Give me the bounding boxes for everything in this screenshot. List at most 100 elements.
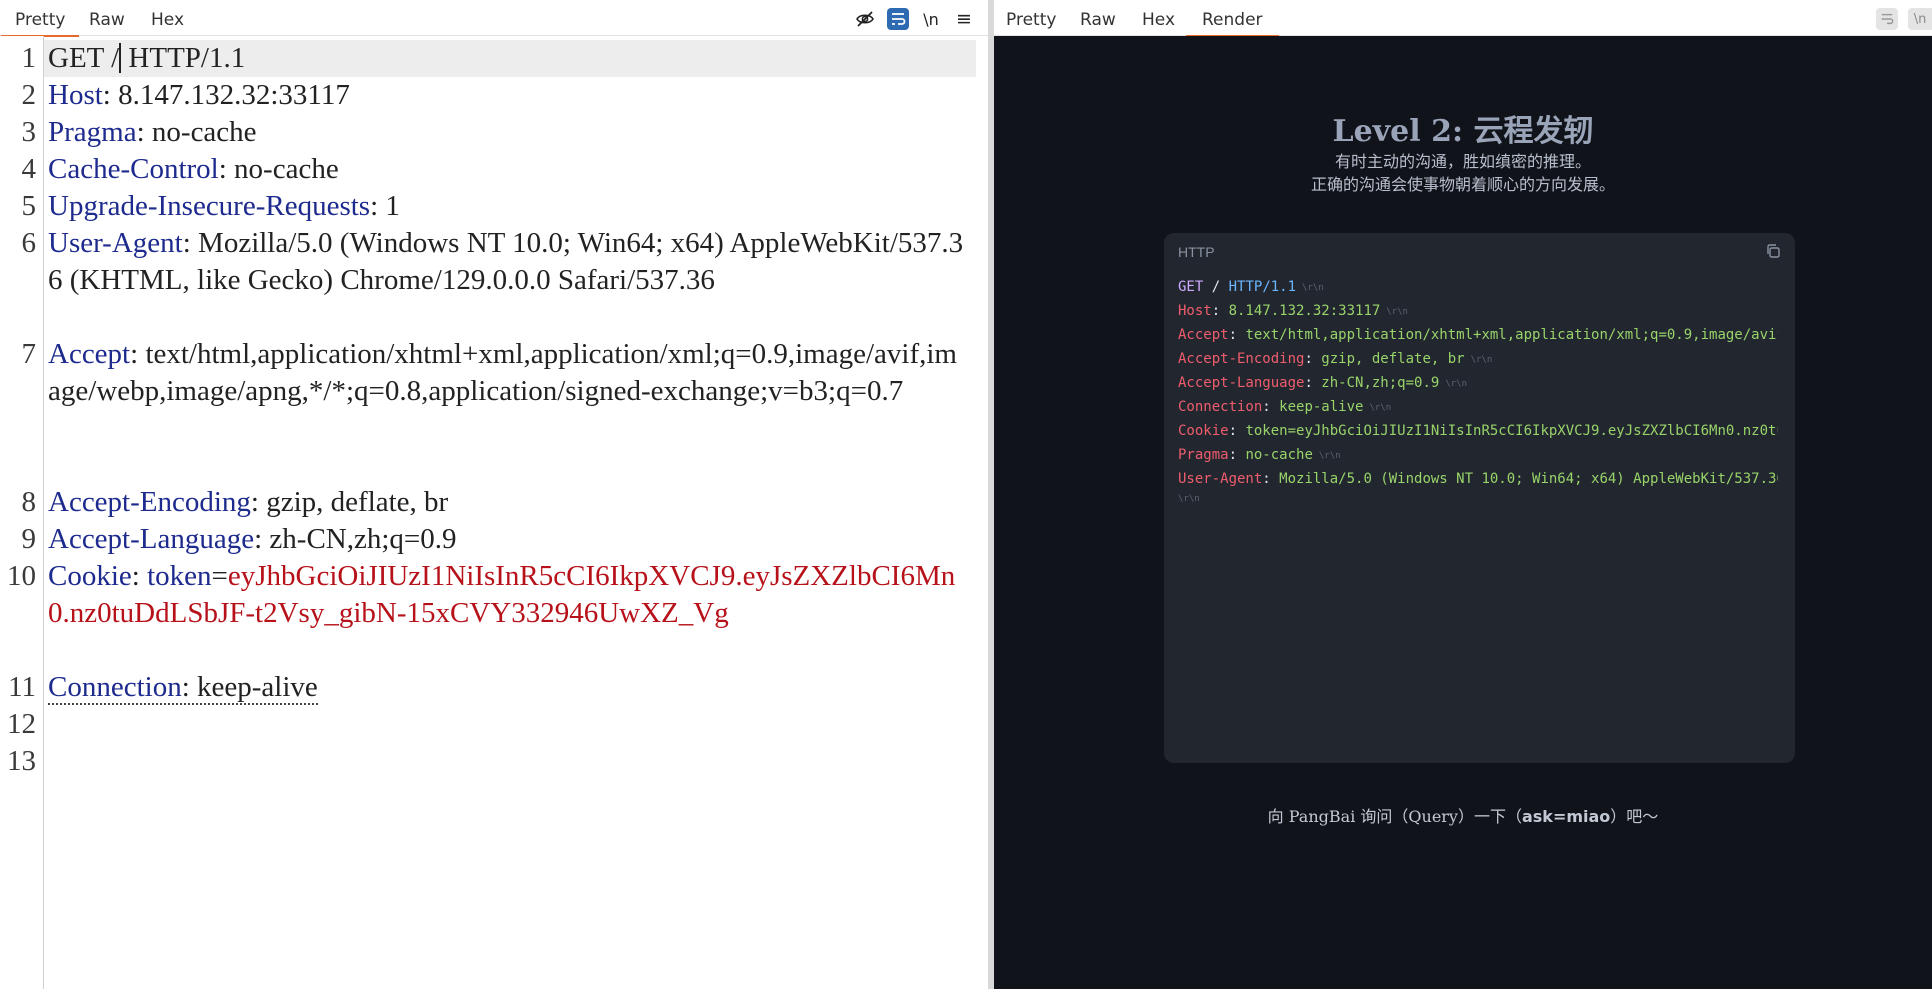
line-number: 10 (7, 560, 36, 592)
header-value: keep-alive (197, 671, 318, 703)
crlf-marker: \r\n (1302, 283, 1324, 293)
tab-pretty[interactable]: Pretty (0, 0, 80, 37)
header-key: Connection (48, 671, 182, 703)
request-path: / (111, 42, 120, 74)
request-editor-pane: Pretty Raw Hex \n ≡ 1 2 3 4 5 6 7 8 9 10… (0, 0, 988, 989)
header-value: text/html,application/xhtml+xml,applicat… (1245, 327, 1778, 343)
menu-icon[interactable]: ≡ (953, 8, 975, 30)
http-request-card: HTTP GET / HTTP/1.1 \r\n Host: 8.147.132.… (1164, 233, 1795, 763)
header-line: Accept: text/html,application/xhtml+xml,… (1178, 323, 1778, 347)
header-key: Cache-Control (48, 153, 219, 185)
query-hint: 向 PangBai 询问（Query）一下（ask=miao）吧～ (994, 803, 1932, 827)
header-line: Cache-Control: no-cache (48, 153, 339, 185)
header-line: Accept-Encoding: gzip, deflate, br (48, 486, 449, 518)
newline-icon[interactable]: \n (920, 8, 942, 30)
header-value: gzip, deflate, br (1321, 351, 1465, 367)
rendered-response: Level 2: 云程发轫 有时主动的沟通，胜如缜密的推理。 正确的沟通会使事物… (994, 36, 1932, 989)
line-number: 4 (21, 153, 37, 185)
header-key: Cookie (1178, 423, 1229, 439)
line-number: 5 (21, 190, 37, 222)
header-line: Upgrade-Insecure-Requests: 1 (48, 190, 400, 222)
word-wrap-icon[interactable] (887, 8, 909, 30)
subtitle: 正确的沟通会使事物朝着顺心的方向发展。 (1310, 177, 1615, 194)
header-line: Accept-Language: zh-CN,zh;q=0.9 \r\n (1178, 375, 1467, 391)
header-line: Connection: keep-alive (48, 671, 318, 705)
header-line: Accept-Language: zh-CN,zh;q=0.9 (48, 523, 457, 555)
query-hint-code: ask=miao (1521, 807, 1611, 826)
request-editor[interactable]: 1 2 3 4 5 6 7 8 9 10 11 12 13 GET / HTTP… (0, 36, 988, 989)
crlf-marker: \r\n (1386, 307, 1408, 317)
header-line: Accept-Encoding: gzip, deflate, br \r\n (1178, 351, 1493, 367)
header-line: User-Agent: Mozilla/5.0 (Windows NT 10.0… (1178, 467, 1778, 491)
crlf-marker: \r\n (1178, 494, 1200, 504)
copy-icon[interactable] (1765, 243, 1781, 259)
request-version: HTTP/1.1 (128, 42, 246, 74)
tab-raw[interactable]: Raw (1080, 0, 1116, 36)
header-value: zh-CN,zh;q=0.9 (269, 523, 457, 555)
line-number: 3 (21, 116, 37, 148)
tab-raw[interactable]: Raw (89, 0, 125, 36)
tab-hex[interactable]: Hex (151, 0, 184, 36)
header-key: Pragma (1178, 447, 1229, 463)
hide-nonprinting-icon[interactable] (854, 8, 876, 30)
cookie-line: Cookie: token=eyJhbGciOiJIUzI1NiIsInR5cC… (48, 560, 956, 629)
header-key: User-Agent (1178, 471, 1263, 487)
query-hint-prefix: 向 PangBai 询问（Query）一下（ (1267, 807, 1522, 826)
cookie-name: token (147, 560, 212, 592)
line-number: 9 (21, 523, 37, 555)
word-wrap-icon[interactable] (1876, 8, 1898, 30)
header-line: Host: 8.147.132.32:33117 (48, 79, 350, 111)
line-number: 7 (21, 338, 37, 370)
text-caret (119, 43, 122, 73)
line-number: 12 (7, 708, 36, 740)
newline-icon[interactable]: \n (1908, 8, 1932, 30)
line-number: 8 (21, 486, 37, 518)
line-number: 11 (8, 671, 36, 703)
header-line: Pragma: no-cache (48, 116, 257, 148)
request-path: / (1211, 279, 1221, 295)
header-key: Accept-Language (48, 523, 255, 555)
subtitle: 有时主动的沟通，胜如缜密的推理。 (1334, 154, 1591, 171)
header-key: Upgrade-Insecure-Requests (48, 190, 371, 222)
request-text[interactable]: GET / HTTP/1.1 Host: 8.147.132.32:33117 … (44, 36, 988, 989)
header-key: Accept-Encoding (48, 486, 251, 518)
crlf-marker: \r\n (1470, 355, 1493, 365)
header-key: Accept-Language (1178, 375, 1305, 391)
request-line: GET / HTTP/1.1 (48, 40, 968, 77)
request-method: GET (48, 42, 104, 74)
header-value: no-cache (234, 153, 339, 185)
header-key: Cookie (48, 560, 132, 592)
tab-pretty[interactable]: Pretty (1006, 0, 1056, 36)
header-key: User-Agent (48, 227, 183, 259)
header-key: Accept (1178, 327, 1229, 343)
header-value: no-cache (1245, 447, 1313, 463)
header-line: Connection: keep-alive \r\n (1178, 399, 1392, 415)
header-value: token=eyJhbGciOiJIUzI1NiIsInR5cCI6IkpXVC… (1245, 423, 1778, 439)
header-value: no-cache (151, 116, 257, 148)
header-value: 8.147.132.32:33117 (1228, 303, 1381, 319)
line-number: 13 (7, 745, 36, 777)
http-lines: GET / HTTP/1.1 \r\n Host: 8.147.132.32:33… (1178, 275, 1778, 509)
header-line: User-Agent: Mozilla/5.0 (Windows NT 10.0… (48, 227, 964, 296)
header-value: 8.147.132.32:33117 (118, 79, 350, 111)
header-key: Pragma (48, 116, 137, 148)
header-key: Accept-Encoding (1178, 351, 1305, 367)
header-value: keep-alive (1279, 399, 1364, 415)
header-line: Accept: text/html,application/xhtml+xml,… (48, 338, 957, 407)
query-hint-suffix: ）吧～ (1610, 807, 1659, 826)
tab-render[interactable]: Render (1186, 0, 1278, 37)
response-tabbar: Pretty Raw Hex Render \n (994, 0, 1932, 37)
page-title: Level 2: 云程发轫 (1332, 114, 1594, 149)
header-value: zh-CN,zh;q=0.9 (1321, 375, 1440, 391)
final-crlf-line: \r\n (1178, 491, 1778, 509)
request-tabbar: Pretty Raw Hex \n ≡ (0, 0, 988, 37)
tab-hex[interactable]: Hex (1142, 0, 1175, 36)
request-version: HTTP/1.1 (1228, 279, 1297, 295)
header-key: Connection (1178, 399, 1263, 415)
request-method: GET (1178, 279, 1204, 295)
header-line: Pragma: no-cache \r\n (1178, 447, 1341, 463)
crlf-marker: \r\n (1369, 403, 1392, 413)
response-pane: Pretty Raw Hex Render \n Level 2: 云程发轫 有… (994, 0, 1932, 989)
header-key: Host (48, 79, 103, 111)
line-number: 2 (21, 79, 37, 111)
